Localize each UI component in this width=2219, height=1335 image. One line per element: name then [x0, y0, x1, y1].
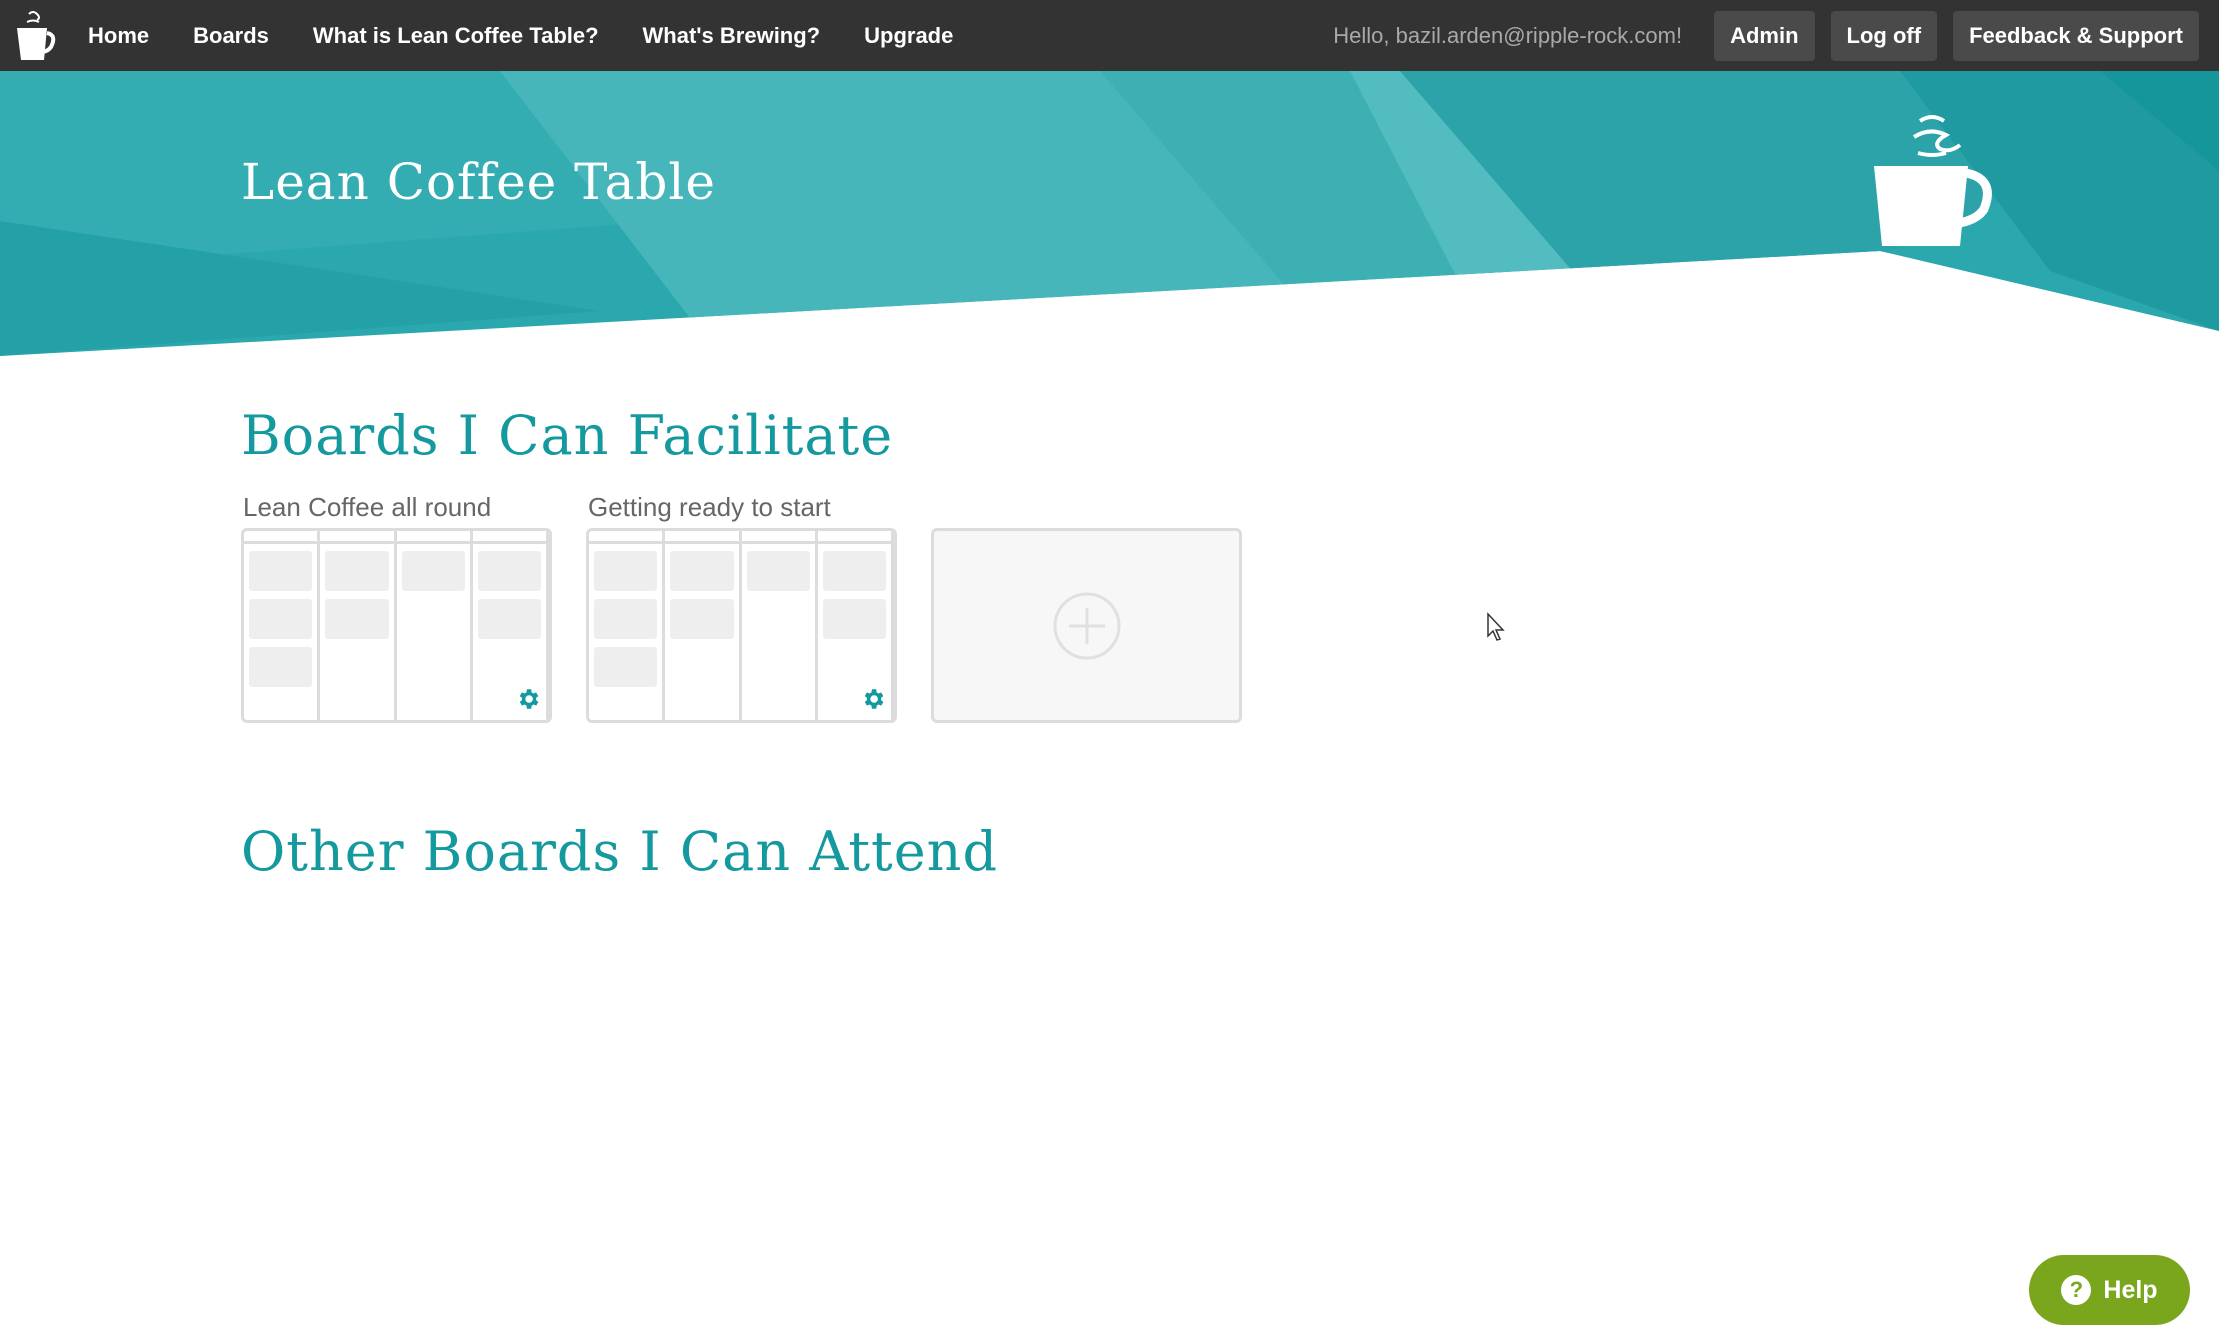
top-navbar: Home Boards What is Lean Coffee Table? W…	[0, 0, 2219, 71]
boards-list: Lean Coffee all round Getting ready to s…	[241, 492, 1242, 723]
gear-icon[interactable]	[515, 686, 541, 712]
hero-title: Lean Coffee Table	[241, 153, 717, 211]
nav-home[interactable]: Home	[66, 0, 171, 71]
admin-button[interactable]: Admin	[1714, 10, 1815, 61]
board-name: Getting ready to start	[588, 492, 831, 522]
section-title-facilitate: Boards I Can Facilitate	[241, 404, 894, 467]
add-board-button[interactable]	[931, 528, 1242, 723]
board-card[interactable]: Lean Coffee all round	[241, 492, 552, 723]
help-label: Help	[2103, 1275, 2158, 1304]
greeting-text: Hello, bazil.arden@ripple-rock.com!	[1333, 22, 1683, 48]
section-title-attend: Other Boards I Can Attend	[241, 820, 999, 883]
board-thumbnail[interactable]	[586, 528, 897, 723]
gear-icon[interactable]	[860, 686, 886, 712]
plus-circle-icon	[1053, 592, 1120, 659]
nav-what-is[interactable]: What is Lean Coffee Table?	[291, 0, 621, 71]
nav-whats-brewing[interactable]: What's Brewing?	[621, 0, 843, 71]
mouse-cursor-icon	[1487, 612, 1505, 641]
help-button[interactable]: ? Help	[2029, 1255, 2190, 1325]
hero-banner: Lean Coffee Table	[0, 71, 2219, 361]
board-card[interactable]: Getting ready to start	[586, 492, 897, 723]
question-mark-icon: ?	[2061, 1275, 2092, 1305]
nav-upgrade[interactable]: Upgrade	[842, 0, 975, 71]
feedback-support-button[interactable]: Feedback & Support	[1953, 10, 2199, 61]
board-thumbnail[interactable]	[241, 528, 552, 723]
hero-coffee-cup-icon	[1868, 111, 2008, 266]
board-name: Lean Coffee all round	[243, 492, 492, 522]
coffee-cup-logo-icon[interactable]	[4, 0, 66, 71]
logoff-button[interactable]: Log off	[1830, 10, 1938, 61]
nav-boards[interactable]: Boards	[171, 0, 291, 71]
